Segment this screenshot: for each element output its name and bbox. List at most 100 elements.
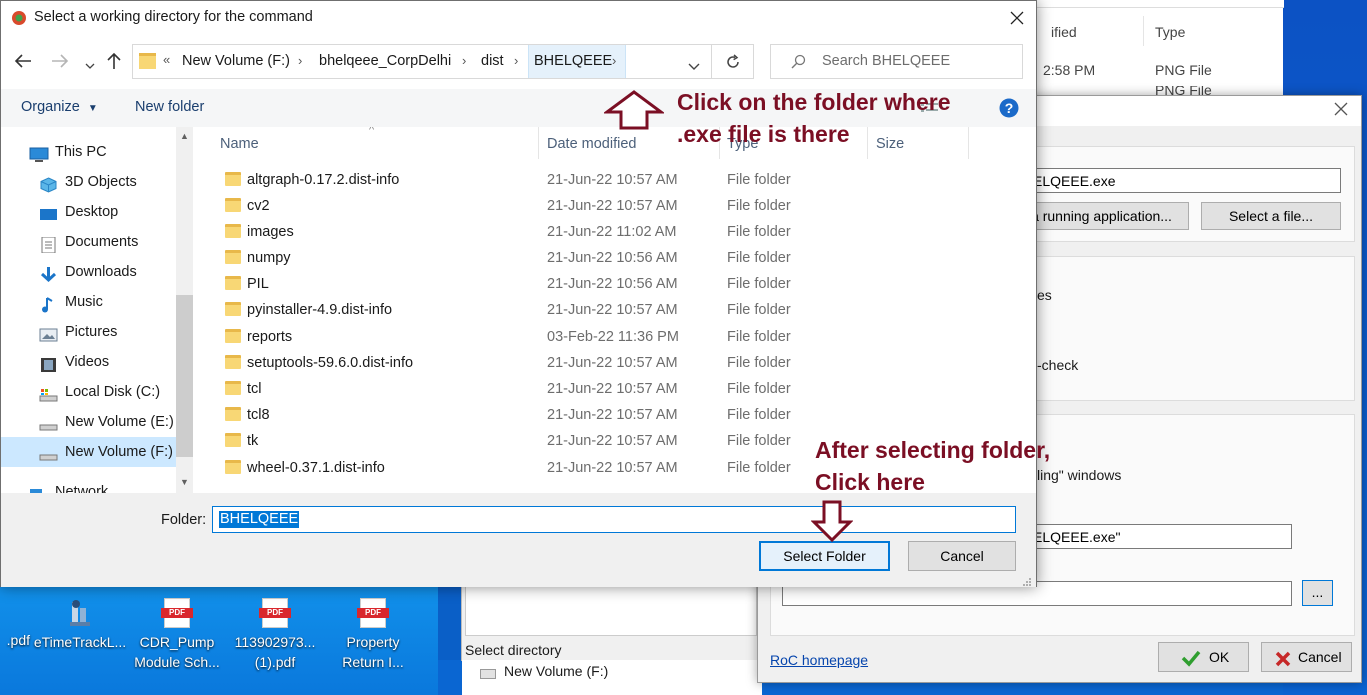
- file-row[interactable]: PIL 21-Jun-22 10:56 AM File folder: [193, 271, 1036, 297]
- desktop-icon-cdr-pump[interactable]: CDR_Pump Module Sch...: [129, 598, 225, 672]
- file-type: PNG File: [1155, 62, 1212, 78]
- annotation-click-here: Click here: [815, 469, 925, 495]
- nav-item-label: New Volume (F:): [65, 444, 173, 460]
- nav-item-label: 3D Objects: [65, 174, 137, 190]
- desktop-icon-etimetrack[interactable]: eTimeTrackL...: [32, 598, 128, 652]
- ok-label: OK: [1209, 649, 1230, 665]
- nav-item-new-volume-e[interactable]: New Volume (E:): [1, 407, 176, 437]
- breadcrumb-separator-icon[interactable]: ›: [298, 53, 302, 68]
- checkmark-icon: [1181, 648, 1201, 676]
- file-row[interactable]: numpy 21-Jun-22 10:56 AM File folder: [193, 245, 1036, 271]
- roc-homepage-link[interactable]: RoC homepage: [770, 652, 868, 668]
- exe-path-field[interactable]: [1028, 168, 1341, 193]
- breadcrumb-item[interactable]: bhelqeee_CorpDelhi: [319, 53, 451, 69]
- file-row[interactable]: pyinstaller-4.9.dist-info 21-Jun-22 10:57…: [193, 297, 1036, 323]
- select-folder-button[interactable]: Select Folder: [759, 541, 890, 571]
- breadcrumb-item[interactable]: New Volume (F:): [182, 53, 290, 69]
- nav-item-desktop[interactable]: Desktop: [1, 197, 176, 227]
- folder-input[interactable]: BHELQEEE: [212, 506, 1016, 533]
- new-folder-button[interactable]: New folder: [135, 99, 204, 115]
- file-type: File folder: [727, 224, 791, 240]
- back-arrow-icon[interactable]: [14, 53, 32, 72]
- scroll-down-icon[interactable]: ▼: [180, 477, 189, 487]
- folder-icon: [225, 198, 241, 212]
- nav-item-local-disk-c[interactable]: Local Disk (C:): [1, 377, 176, 407]
- organize-button[interactable]: Organize ▼: [21, 99, 98, 115]
- desktop-icon-label: eTimeTrackL...: [33, 634, 127, 650]
- scroll-thumb[interactable]: [176, 295, 193, 457]
- desktop-icon-pdf-partial[interactable]: .pdf: [0, 630, 30, 650]
- column-name[interactable]: Name: [220, 133, 259, 159]
- file-name: pyinstaller-4.9.dist-info: [247, 302, 393, 318]
- search-box[interactable]: Search BHELQEEE: [770, 44, 1023, 79]
- cancel-button[interactable]: Cancel: [908, 541, 1016, 571]
- nav-scrollbar[interactable]: ▲ ▼: [176, 127, 193, 493]
- file-name: numpy: [247, 250, 291, 266]
- nav-item-pictures[interactable]: Pictures: [1, 317, 176, 347]
- file-name: setuptools-59.6.0.dist-info: [247, 355, 414, 371]
- forward-arrow-icon[interactable]: [51, 53, 69, 72]
- down-arrow-annotation-icon: [810, 500, 854, 545]
- search-icon: [790, 54, 806, 73]
- dialog-footer: Folder: BHELQEEE Select Folder Cancel: [1, 493, 1036, 587]
- file-row[interactable]: altgraph-0.17.2.dist-info 21-Jun-22 10:57…: [193, 167, 1036, 193]
- breadcrumb-separator-icon[interactable]: ›: [462, 53, 466, 68]
- desktop-icon-property-return[interactable]: Property Return I...: [325, 598, 421, 672]
- nav-item-3d-objects[interactable]: 3D Objects: [1, 167, 176, 197]
- folder-icon: [225, 355, 241, 369]
- pdf-icon: [259, 598, 291, 628]
- pdf-icon: [357, 598, 389, 628]
- nav-item-downloads[interactable]: Downloads: [1, 257, 176, 287]
- file-name: tcl8: [247, 407, 270, 423]
- select-file-button[interactable]: Select a file...: [1201, 202, 1341, 230]
- nav-item-this-pc[interactable]: This PC: [1, 137, 176, 167]
- scroll-up-icon[interactable]: ▲: [180, 131, 189, 141]
- desktop-icon-label: Module Sch...: [134, 654, 220, 670]
- close-icon[interactable]: [1010, 11, 1024, 28]
- up-arrow-annotation-icon: [602, 90, 666, 133]
- help-icon[interactable]: ?: [999, 98, 1019, 121]
- file-row[interactable]: images 21-Jun-22 11:02 AM File folder: [193, 219, 1036, 245]
- overflow-chevron-icon[interactable]: «: [163, 52, 170, 67]
- nav-item-network[interactable]: Network: [1, 477, 176, 493]
- breadcrumb-current[interactable]: BHELQEEE ›: [528, 45, 626, 78]
- up-arrow-icon[interactable]: [106, 52, 122, 73]
- nav-item-label: Pictures: [65, 324, 118, 340]
- roc-cancel-button[interactable]: Cancel: [1261, 642, 1352, 672]
- nav-item-videos[interactable]: Videos: [1, 347, 176, 377]
- drive-icon: [39, 414, 58, 431]
- breadcrumb-separator-icon: ›: [612, 53, 617, 68]
- address-bar[interactable]: « New Volume (F:) › bhelqeee_CorpDelhi ›…: [132, 44, 712, 79]
- recent-chevron-down-icon[interactable]: [85, 57, 95, 73]
- file-row[interactable]: tcl8 21-Jun-22 10:57 AM File folder: [193, 402, 1036, 428]
- resize-grip-icon[interactable]: [1022, 574, 1032, 590]
- ok-button[interactable]: OK: [1158, 642, 1249, 672]
- address-dropdown-chevron-icon[interactable]: [688, 58, 700, 74]
- nav-item-new-volume-f[interactable]: New Volume (F:): [1, 437, 176, 467]
- tree-item-label: New Volume (F:): [504, 663, 609, 679]
- file-name: tcl: [247, 381, 262, 397]
- column-date-modified[interactable]: Date modified: [547, 133, 636, 159]
- browse-button[interactable]: ...: [1302, 580, 1333, 606]
- column-size[interactable]: Size: [876, 133, 904, 159]
- refresh-icon: [725, 54, 741, 73]
- file-row[interactable]: setuptools-59.6.0.dist-info 21-Jun-22 10:…: [193, 350, 1036, 376]
- nav-item-label: Downloads: [65, 264, 137, 280]
- file-row[interactable]: reports 03-Feb-22 11:36 PM File folder: [193, 324, 1036, 350]
- background-explorer-window: ified Type 2:58 PM PNG File PNG File: [1030, 0, 1284, 96]
- running-application-button[interactable]: a running application...: [1014, 202, 1189, 230]
- column-modified: ified: [1051, 24, 1077, 40]
- file-type: File folder: [727, 433, 791, 449]
- app-icon: [67, 598, 93, 628]
- refresh-button[interactable]: [712, 44, 754, 79]
- close-icon[interactable]: [1334, 102, 1348, 119]
- breadcrumb-item[interactable]: dist: [481, 53, 504, 69]
- app-icon: [10, 9, 28, 30]
- nav-item-documents[interactable]: Documents: [1, 227, 176, 257]
- command-field[interactable]: [1028, 524, 1292, 549]
- file-row[interactable]: cv2 21-Jun-22 10:57 AM File folder: [193, 193, 1036, 219]
- nav-item-music[interactable]: Music: [1, 287, 176, 317]
- breadcrumb-separator-icon[interactable]: ›: [514, 53, 518, 68]
- desktop-icon-113902973[interactable]: 113902973... (1).pdf: [227, 598, 323, 672]
- file-row[interactable]: tcl 21-Jun-22 10:57 AM File folder: [193, 376, 1036, 402]
